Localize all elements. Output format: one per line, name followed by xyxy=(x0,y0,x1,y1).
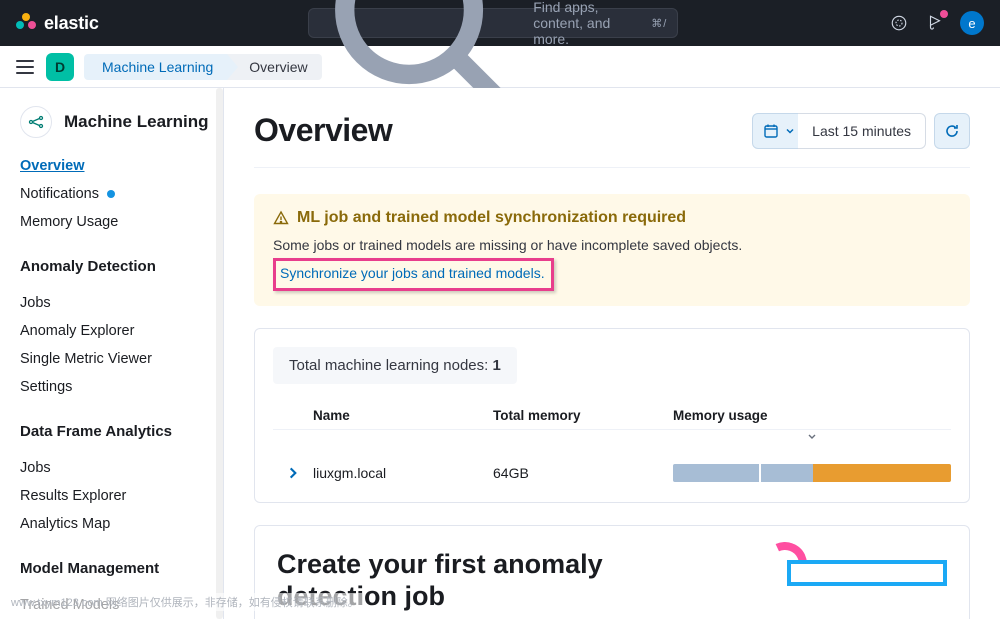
main-content: Overview Last 15 minutes ML job and trai… xyxy=(224,88,1000,619)
sidebar-item-ad-jobs[interactable]: Jobs xyxy=(20,289,223,317)
sidebar-item-overview[interactable]: Overview xyxy=(20,152,223,180)
sidebar-item-anomaly-explorer[interactable]: Anomaly Explorer xyxy=(20,317,223,345)
col-name: Name xyxy=(313,408,493,423)
sidebar-item-analytics-map[interactable]: Analytics Map xyxy=(20,510,223,538)
breadcrumb-ml[interactable]: Machine Learning xyxy=(84,54,227,80)
sidebar-item-ad-settings[interactable]: Settings xyxy=(20,373,223,401)
newsfeed-icon[interactable] xyxy=(924,12,946,34)
sidebar-section-mm: Model Management xyxy=(20,560,223,577)
search-kbd-hint: ⌘/ xyxy=(651,17,667,30)
user-avatar[interactable]: e xyxy=(960,11,984,35)
time-range-label[interactable]: Last 15 minutes xyxy=(798,113,926,149)
sidebar-item-results-explorer[interactable]: Results Explorer xyxy=(20,482,223,510)
breadcrumb: Machine Learning Overview xyxy=(84,54,322,80)
refresh-button[interactable] xyxy=(934,113,970,149)
usage-chevron-icon[interactable] xyxy=(673,430,951,442)
search-placeholder: Find apps, content, and more. xyxy=(533,0,643,47)
page-title: Overview xyxy=(254,112,392,149)
space-selector[interactable]: D xyxy=(46,53,74,81)
cell-memory: 64GB xyxy=(493,465,673,481)
time-picker: Last 15 minutes xyxy=(752,113,970,149)
create-job-illustration xyxy=(747,548,947,588)
sidebar: Machine Learning Overview Notifications … xyxy=(0,88,224,619)
sidebar-item-dfa-jobs[interactable]: Jobs xyxy=(20,454,223,482)
elastic-logo-icon xyxy=(16,13,36,33)
sidebar-section-anomaly: Anomaly Detection xyxy=(20,258,223,275)
top-header: elastic Find apps, content, and more. ⌘/… xyxy=(0,0,1000,46)
callout-title: ML job and trained model synchronization… xyxy=(273,209,951,227)
table-row: liuxgm.local 64GB xyxy=(273,448,951,484)
nodes-panel: Total machine learning nodes: 1 Name Tot… xyxy=(254,328,970,503)
brand-text: elastic xyxy=(44,13,99,34)
breadcrumb-current: Overview xyxy=(227,54,321,80)
ml-app-icon xyxy=(20,106,52,138)
global-search[interactable]: Find apps, content, and more. ⌘/ xyxy=(308,8,678,38)
sidebar-section-dfa: Data Frame Analytics xyxy=(20,423,223,440)
nodes-summary: Total machine learning nodes: 1 xyxy=(273,347,517,384)
brand-logo[interactable]: elastic xyxy=(16,13,99,34)
refresh-icon xyxy=(944,123,960,139)
expand-row-button[interactable] xyxy=(273,466,313,480)
help-icon[interactable] xyxy=(888,12,910,34)
sidebar-title: Machine Learning xyxy=(64,111,209,134)
col-usage: Memory usage xyxy=(673,408,951,423)
watermark-text: www.txym123.com 网络图片仅供展示，非存储，如有侵权请联系删除。 xyxy=(8,593,362,611)
sidebar-item-single-metric[interactable]: Single Metric Viewer xyxy=(20,345,223,373)
notification-dot-icon xyxy=(107,190,115,198)
warning-icon xyxy=(273,210,289,226)
cell-usage xyxy=(673,464,951,482)
chevron-right-icon xyxy=(286,466,300,480)
sidebar-item-memory-usage[interactable]: Memory Usage xyxy=(20,208,223,236)
sync-callout: ML job and trained model synchronization… xyxy=(254,194,970,306)
calendar-icon xyxy=(763,123,779,139)
sidebar-item-notifications[interactable]: Notifications xyxy=(20,180,223,208)
chevron-down-icon xyxy=(785,126,795,136)
sync-link[interactable]: Synchronize your jobs and trained models… xyxy=(280,263,545,284)
nav-toggle-icon[interactable] xyxy=(14,56,36,78)
cell-name: liuxgm.local xyxy=(313,465,493,481)
col-memory: Total memory xyxy=(493,408,673,423)
memory-usage-bar xyxy=(673,464,951,482)
callout-body-text: Some jobs or trained models are missing … xyxy=(273,235,951,256)
